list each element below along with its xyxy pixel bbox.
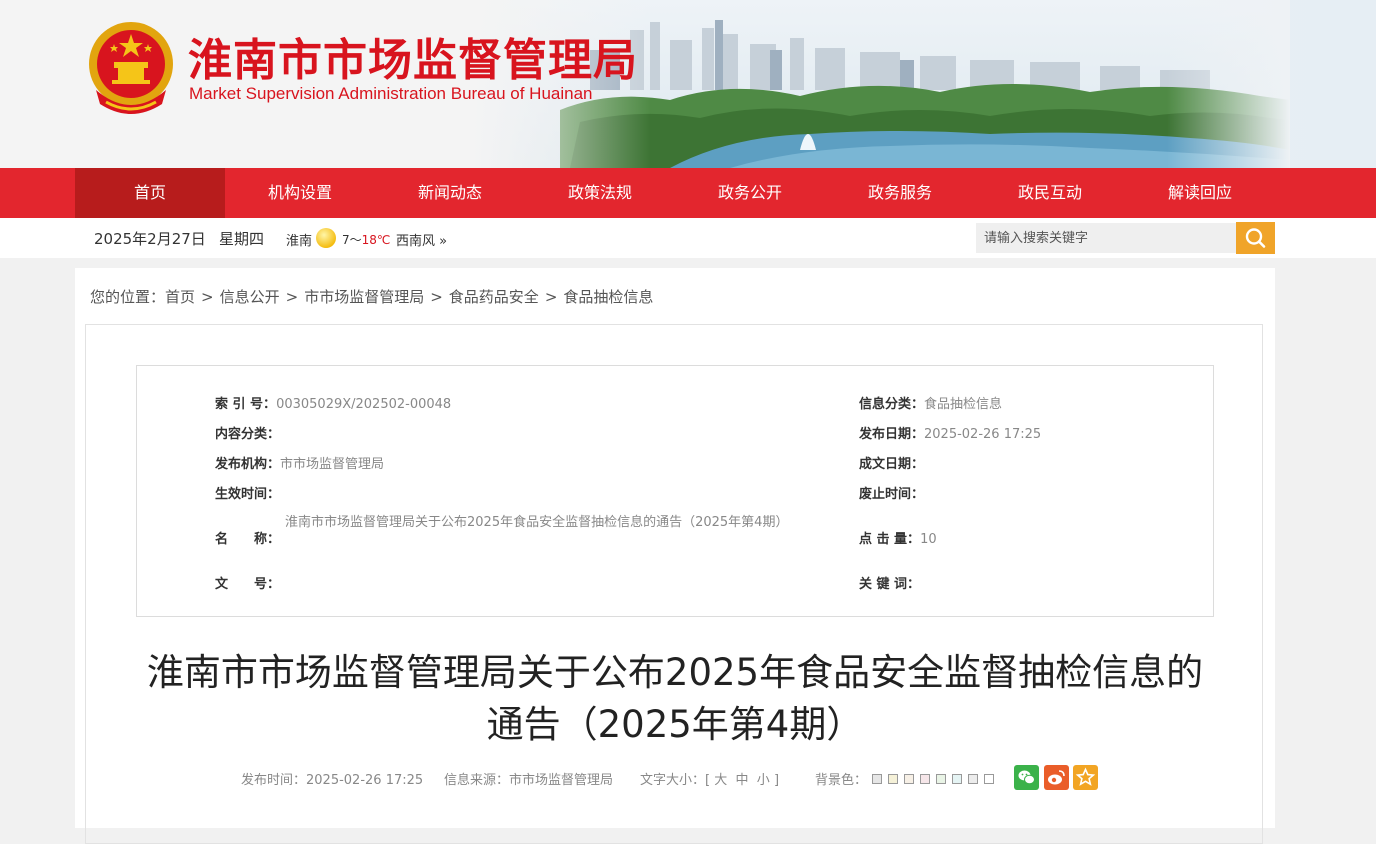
- search-icon: [1245, 228, 1266, 248]
- meta-expire-time: 废止时间：: [859, 487, 925, 502]
- meta-info-category: 信息分类：食品抽检信息: [859, 397, 1003, 412]
- font-large-button[interactable]: 大: [714, 773, 727, 788]
- font-small-button[interactable]: 小: [757, 773, 770, 788]
- article-meta-bar: 发布时间：2025-02-26 17:25 信息来源：市市场监督管理局 文字大小…: [86, 765, 1264, 795]
- breadcrumb-link-bureau[interactable]: 市市场监督管理局: [304, 288, 424, 306]
- meta-content-category: 内容分类：: [215, 427, 281, 442]
- search-button[interactable]: [1236, 222, 1275, 254]
- article-title: 淮南市市场监督管理局关于公布2025年食品安全监督抽检信息的 通告（2025年第…: [146, 651, 1204, 746]
- meta-effective-time: 生效时间：: [215, 487, 281, 502]
- nav-item-policies[interactable]: 政策法规: [525, 168, 675, 218]
- wechat-icon: [1014, 765, 1039, 790]
- nav-item-news[interactable]: 新闻动态: [375, 168, 525, 218]
- meta-name-value: 淮南市市场监督管理局关于公布2025年食品安全监督抽检信息的通告（2025年第4…: [285, 515, 789, 530]
- meta-doc-number: 文 号：: [215, 577, 281, 592]
- bg-color-swatch[interactable]: [888, 774, 898, 784]
- nav-item-home[interactable]: 首页: [75, 168, 225, 218]
- weather-temperature: 7～18℃: [342, 233, 391, 247]
- weather-wind[interactable]: 西南风 »: [396, 230, 447, 249]
- font-size-control: 文字大小：[ 大 中 小 ]: [640, 773, 780, 788]
- meta-created-date: 成文日期：: [859, 457, 925, 472]
- current-weekday: 星期四: [219, 230, 265, 248]
- metadata-table: 索 引 号：00305029X/202502-00048 内容分类： 发布机构：…: [136, 365, 1214, 617]
- nav-item-gov-services[interactable]: 政务服务: [825, 168, 975, 218]
- site-title: 淮南市市场监督管理局: [188, 35, 638, 86]
- add-favorite-button[interactable]: [1073, 765, 1098, 790]
- meta-publisher: 发布机构：市市场监督管理局: [215, 457, 385, 472]
- publish-time: 发布时间：2025-02-26 17:25: [241, 773, 424, 788]
- info-source: 信息来源：市市场监督管理局: [444, 773, 614, 788]
- more-chevron-icon: »: [439, 234, 448, 249]
- nav-item-interpretation[interactable]: 解读回应: [1125, 168, 1275, 218]
- current-date: 2025年2月27日: [94, 230, 206, 248]
- nav-item-interaction[interactable]: 政民互动: [975, 168, 1125, 218]
- article-panel: 索 引 号：00305029X/202502-00048 内容分类： 发布机构：…: [85, 324, 1263, 844]
- info-bar: 2025年2月27日 星期四 淮南 7～18℃ 西南风 »: [0, 218, 1376, 258]
- bg-color-swatch[interactable]: [984, 774, 994, 784]
- bg-color-label: 背景色：: [815, 773, 868, 788]
- site-header: 淮南市市场监督管理局 Market Supervision Administra…: [0, 0, 1376, 168]
- site-subtitle: Market Supervision Administration Bureau…: [189, 84, 593, 103]
- weibo-icon: [1044, 765, 1069, 790]
- national-emblem-icon: [89, 22, 173, 114]
- bg-color-swatch[interactable]: [904, 774, 914, 784]
- meta-index: 索 引 号：00305029X/202502-00048: [215, 397, 452, 412]
- bg-color-swatch[interactable]: [952, 774, 962, 784]
- bg-color-swatch[interactable]: [936, 774, 946, 784]
- favorite-icon: [1073, 765, 1098, 790]
- main-content: 您的位置：首页 > 信息公开 > 市市场监督管理局 > 食品药品安全 > 食品抽检信息 索 引 …: [75, 268, 1275, 844]
- nav-item-organization[interactable]: 机构设置: [225, 168, 375, 218]
- share-weibo-button[interactable]: [1044, 765, 1069, 790]
- bg-color-swatch[interactable]: [920, 774, 930, 784]
- search-input[interactable]: [976, 223, 1236, 253]
- breadcrumb-link-home[interactable]: 首页: [165, 288, 195, 306]
- breadcrumb-link-food-drug-safety[interactable]: 食品药品安全: [449, 288, 539, 306]
- font-medium-button[interactable]: 中: [736, 773, 749, 788]
- share-wechat-button[interactable]: [1014, 765, 1039, 790]
- meta-publish-date: 发布日期：2025-02-26 17:25: [859, 427, 1042, 442]
- bg-color-swatch[interactable]: [872, 774, 882, 784]
- nav-item-gov-affairs-open[interactable]: 政务公开: [675, 168, 825, 218]
- meta-name-label: 名 称：: [215, 532, 281, 547]
- breadcrumb-link-food-inspection[interactable]: 食品抽检信息: [563, 288, 653, 306]
- breadcrumb-link-info-open[interactable]: 信息公开: [220, 288, 280, 306]
- meta-click-count: 点 击 量：10: [859, 532, 937, 547]
- bg-color-swatch[interactable]: [968, 774, 978, 784]
- main-nav: 首页 机构设置 新闻动态 政策法规 政务公开 政务服务 政民互动 解读回应: [0, 168, 1376, 218]
- sun-icon: [316, 228, 336, 248]
- meta-keywords: 关 键 词：: [859, 577, 921, 592]
- breadcrumb: 您的位置：首页 > 信息公开 > 市市场监督管理局 > 食品药品安全 > 食品抽检信息: [90, 288, 654, 306]
- weather-city: 淮南: [286, 234, 313, 249]
